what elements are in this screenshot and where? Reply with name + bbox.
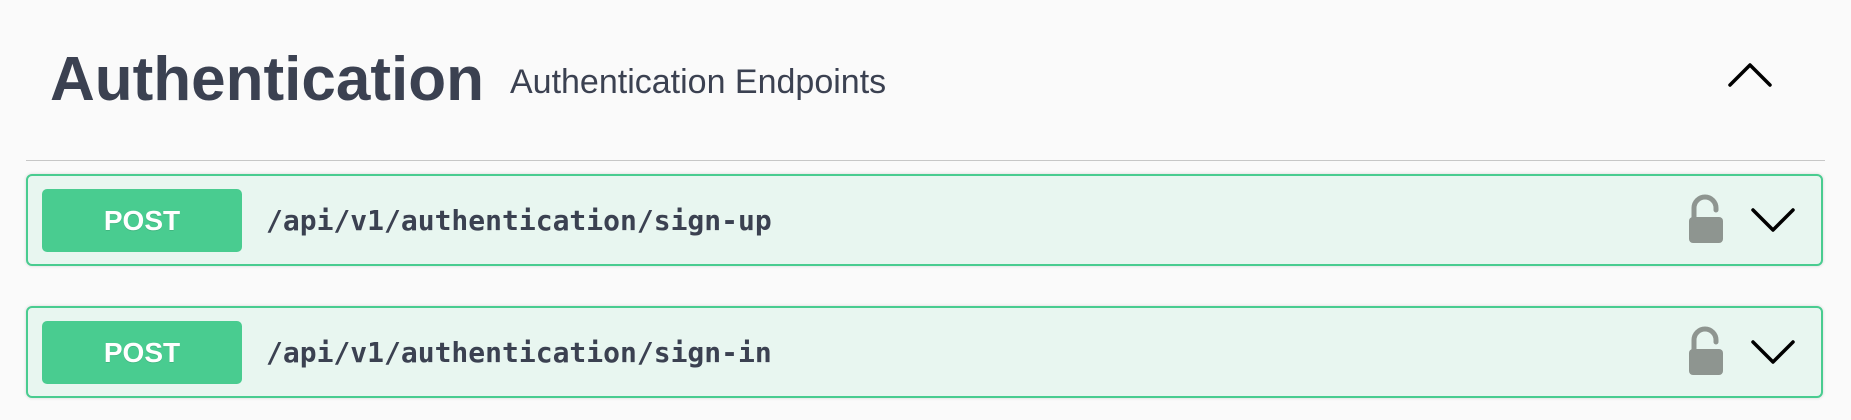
operation-path: /api/v1/authentication/sign-in	[266, 335, 772, 369]
operation-path: /api/v1/authentication/sign-up	[266, 203, 772, 237]
authentication-tag-section: Authentication Authentication Endpoints …	[26, 0, 1825, 420]
tag-header[interactable]: Authentication Authentication Endpoints	[26, 0, 1825, 161]
chevron-down-icon[interactable]	[1748, 332, 1798, 372]
operation-sign-in[interactable]: POST /api/v1/authentication/sign-in	[26, 306, 1823, 398]
tag-description: Authentication Endpoints	[509, 62, 887, 101]
method-badge: POST	[42, 189, 242, 252]
unlocked-padlock-icon[interactable]	[1686, 194, 1726, 246]
chevron-down-icon[interactable]	[1748, 200, 1798, 240]
tag-title: Authentication	[50, 45, 484, 114]
chevron-up-icon[interactable]	[1725, 55, 1775, 95]
operation-sign-up[interactable]: POST /api/v1/authentication/sign-up	[26, 174, 1823, 266]
method-badge: POST	[42, 321, 242, 384]
unlocked-padlock-icon[interactable]	[1686, 326, 1726, 378]
